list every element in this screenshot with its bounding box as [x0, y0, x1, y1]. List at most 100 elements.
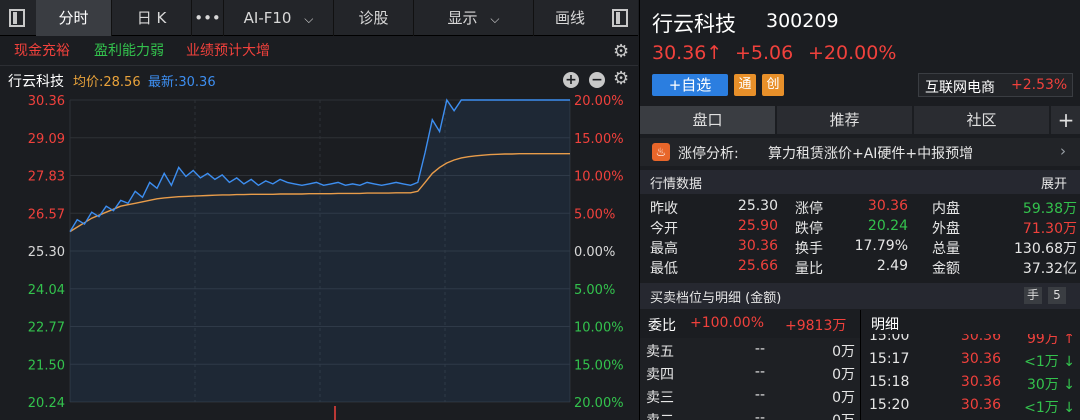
quote-key: 最低 — [650, 261, 678, 277]
ask-volume: 0万 — [832, 367, 855, 383]
limit-up-analysis[interactable]: ♨ 涨停分析: 算力租赁涨价+AI硬件+中报预增 › — [640, 138, 1080, 166]
quote-key: 总量 — [932, 241, 960, 257]
pct-tick-label: 20.00% — [574, 396, 624, 411]
latest-price-label: 最新:30.36 — [148, 75, 216, 90]
detail-volume: 30万 ↓ — [1027, 377, 1075, 393]
detail-time: 15:18 — [869, 374, 910, 390]
pct-tick-label: 10.00% — [574, 170, 624, 185]
pct-tick-label: 0.00% — [574, 245, 615, 260]
ask-label: 卖四 — [646, 367, 674, 383]
tag-earnings-growth[interactable]: 业绩预计大增 — [186, 36, 270, 66]
pct-tick-label: 15.00% — [574, 132, 624, 147]
price-tick-label: 24.04 — [28, 283, 65, 298]
display-dropdown[interactable]: 显示 ⌵ — [414, 0, 534, 36]
zoom-in-icon[interactable]: + — [563, 72, 579, 88]
quote-value: 2.49 — [876, 258, 908, 274]
quote-title: 行情数据 — [650, 177, 703, 192]
current-price: 30.36↑ — [652, 42, 723, 64]
ask-price: -- — [754, 341, 765, 357]
chart-panel: 分时 日 K ••• AI-F10 ⌵ 诊股 显示 ⌵ 画线 现金充裕 盈利能力… — [0, 0, 638, 420]
add-tab-button[interactable]: + — [1051, 106, 1080, 134]
fire-icon: ♨ — [652, 143, 670, 161]
tag-cash-rich[interactable]: 现金充裕 — [14, 36, 70, 66]
tab-intraday[interactable]: 分时 — [36, 0, 112, 36]
analysis-label: 涨停分析: — [678, 146, 739, 162]
price-tick-label: 27.83 — [28, 170, 65, 185]
price-tick-label: 26.57 — [28, 207, 65, 222]
tab-ai-f10[interactable]: AI-F10 ⌵ — [224, 0, 334, 36]
sector-pct: +2.53% — [1011, 77, 1068, 93]
order-book-title: 买卖档位与明细 (金额) — [650, 291, 782, 306]
ask-price: -- — [754, 364, 765, 380]
price-tick-label: 29.09 — [28, 132, 65, 147]
stock-tags: 现金充裕 盈利能力弱 业绩预计大增 ⚙ — [0, 36, 638, 66]
ask-list: 卖五--0万卖四--0万卖三--0万卖二--0万 — [640, 338, 860, 420]
tab-recommend[interactable]: 推荐 — [777, 106, 912, 134]
draw-line-button[interactable]: 画线 — [534, 0, 606, 36]
detail-volume: <1万 ↓ — [1024, 354, 1075, 370]
quote-value: 25.30 — [737, 198, 778, 214]
stock-detail-panel: 行云科技 300209 30.36↑ +5.06 +20.00% +自选 通 创… — [639, 0, 1080, 420]
zoom-out-icon[interactable]: − — [589, 72, 605, 88]
chart-info-bar: 行云科技 均价:28.56 最新:30.36 + − ⚙ — [0, 66, 638, 92]
badge-tong[interactable]: 通 — [734, 74, 756, 96]
quote-key: 换手 — [795, 241, 823, 257]
ask-volume: 0万 — [832, 390, 855, 406]
quote-value: 25.66 — [737, 258, 778, 274]
more-tabs-button[interactable]: ••• — [192, 0, 224, 36]
sector-tag[interactable]: 互联网电商 +2.53% — [918, 73, 1073, 97]
intraday-chart: 30.36 29.09 27.83 26.57 25.30 24.04 22.77 21.50… — [28, 94, 624, 420]
expand-panel-icon[interactable] — [612, 9, 628, 27]
pct-tick-label: 20.00% — [574, 94, 624, 109]
quote-table: 昨收 25.30 涨停 30.36 内盘 59.38万 今开 25.90 跌停 20.24 外盘 71… — [640, 196, 1080, 278]
price-area — [70, 100, 570, 402]
depth-five-button[interactable]: 5 — [1048, 287, 1066, 304]
weibi-pct: +100.00% — [690, 315, 765, 331]
collapse-panel-icon[interactable] — [9, 9, 25, 27]
tab-diagnose[interactable]: 诊股 — [334, 0, 414, 36]
quote-key: 内盘 — [932, 201, 960, 217]
quote-key: 外盘 — [932, 221, 960, 237]
ask-price: -- — [754, 387, 765, 403]
quote-key: 今开 — [650, 221, 678, 237]
quote-value: 30.36 — [737, 238, 778, 254]
detail-volume: <1万 ↓ — [1024, 400, 1075, 416]
expand-button[interactable]: 展开 — [1041, 173, 1067, 192]
unit-hand-button[interactable]: 手 — [1024, 287, 1042, 304]
weibi-label: 委比 — [648, 318, 676, 334]
badge-chuang[interactable]: 创 — [762, 74, 784, 96]
quote-value: 130.68万 — [1014, 241, 1077, 257]
gear-icon[interactable]: ⚙ — [613, 68, 629, 89]
quote-value: 20.24 — [867, 218, 908, 234]
detail-time: 15:17 — [869, 351, 910, 367]
pct-tick-label: 15.00% — [574, 358, 624, 373]
tab-ai-f10-label: AI-F10 — [243, 9, 292, 27]
ask-label: 卖三 — [646, 390, 674, 406]
quote-key: 跌停 — [795, 221, 823, 237]
chevron-right-icon: › — [1060, 142, 1066, 160]
trade-detail-list: 15:00 30.36 99万 ↑ 15:17 30.36 <1万 ↓ 15:18 30.36… — [861, 334, 1080, 420]
pct-tick-label: 5.00% — [574, 283, 615, 298]
quote-value: 25.90 — [737, 218, 778, 234]
detail-title: 明细 — [871, 317, 899, 333]
tab-order-book[interactable]: 盘口 — [640, 106, 775, 134]
price-change-pct: +20.00% — [808, 42, 897, 64]
tag-weak-profit[interactable]: 盈利能力弱 — [94, 36, 164, 66]
stock-name: 行云科技 — [652, 12, 736, 36]
detail-price: 30.36 — [960, 397, 1001, 413]
stock-code: 300209 — [766, 10, 839, 32]
tab-community[interactable]: 社区 — [914, 106, 1049, 134]
chart-stock-name: 行云科技 — [8, 74, 64, 90]
tab-daily-k[interactable]: 日 K — [112, 0, 192, 36]
price-tick-label: 25.30 — [28, 245, 65, 260]
weibi-amount: +9813万 — [785, 318, 847, 334]
quote-value: 30.36 — [867, 198, 908, 214]
weibi-row: 委比 +100.00% +9813万 — [640, 310, 860, 338]
add-watchlist-button[interactable]: +自选 — [652, 74, 728, 96]
ask-price: -- — [754, 410, 765, 420]
pct-tick-label: 10.00% — [574, 321, 624, 336]
ask-label: 卖二 — [646, 410, 674, 420]
pct-tick-label: 5.00% — [574, 207, 615, 222]
gear-icon[interactable]: ⚙ — [613, 41, 629, 62]
price-change: +5.06 — [735, 42, 794, 64]
